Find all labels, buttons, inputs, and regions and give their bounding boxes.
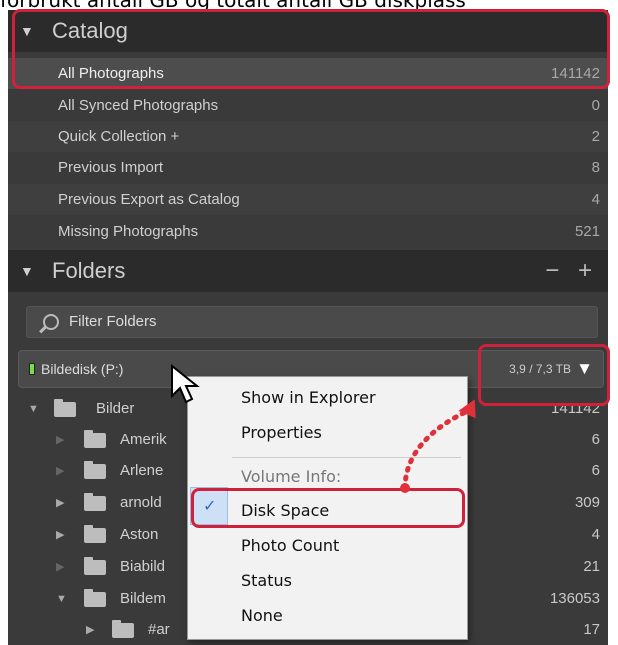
annotation-arrow (400, 399, 476, 493)
mouse-cursor-icon (171, 364, 200, 404)
